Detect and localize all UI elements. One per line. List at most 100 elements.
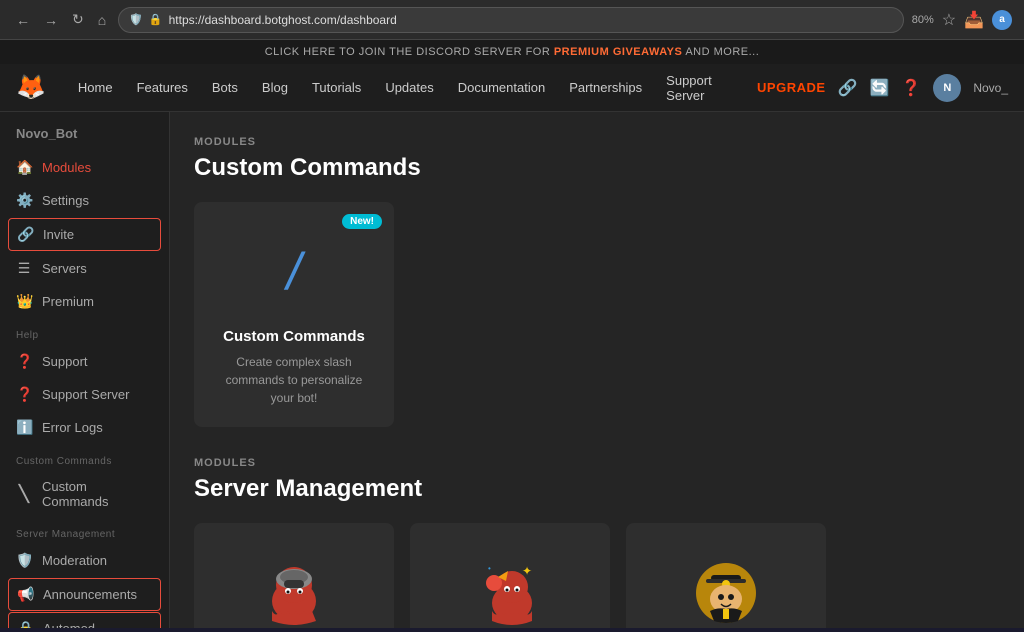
sidebar-item-servers[interactable]: ☰ Servers: [0, 252, 169, 285]
lock-icon: 🛡️: [129, 13, 143, 26]
bookmark-button[interactable]: ☆: [942, 10, 956, 30]
support-label: Support: [42, 354, 88, 369]
modules-section-label: MODULES: [194, 136, 1000, 148]
server-management-section-title: Server Management: [194, 475, 1000, 503]
svg-text:•: •: [488, 564, 491, 573]
nav-user-avatar[interactable]: N: [933, 74, 961, 102]
nav-documentation[interactable]: Documentation: [446, 64, 557, 112]
browser-actions: 80% ☆ 📥 a: [912, 10, 1012, 30]
custom-commands-card-icon: /: [254, 232, 334, 312]
error-logs-icon: ℹ️: [16, 419, 32, 436]
sidebar-item-settings[interactable]: ⚙️ Settings: [0, 184, 169, 217]
server-management-section-label-content: MODULES: [194, 457, 1000, 469]
main-content: MODULES Custom Commands New! / Custom Co…: [170, 112, 1024, 628]
custom-commands-icon: ╲: [16, 484, 32, 504]
nav-home[interactable]: Home: [66, 64, 125, 112]
lock-secure: 🔒: [149, 13, 163, 26]
home-button[interactable]: ⌂: [94, 10, 110, 30]
moderation-icon: 🛡️: [16, 552, 32, 569]
settings-label: Settings: [42, 193, 89, 208]
nav-partnerships[interactable]: Partnerships: [557, 64, 654, 112]
zoom-level: 80%: [912, 14, 934, 26]
automod-svg: [686, 553, 766, 628]
refresh-nav-button[interactable]: 🔄: [869, 78, 889, 98]
support-server-label: Support Server: [42, 387, 129, 402]
announcements-icon: 📢: [17, 586, 33, 603]
sidebar-item-announcements[interactable]: 📢 Announcements: [8, 578, 161, 611]
modules-label: Modules: [42, 160, 91, 175]
support-icon: ❓: [16, 353, 32, 370]
slash-icon: /: [287, 246, 301, 298]
upgrade-button[interactable]: UPGRADE: [757, 80, 826, 95]
moderation-card[interactable]: Moderation Moderate your server with a s…: [194, 523, 394, 628]
nav-features[interactable]: Features: [125, 64, 200, 112]
servers-label: Servers: [42, 261, 87, 276]
moderation-label: Moderation: [42, 553, 107, 568]
url-text: https://dashboard.botghost.com/dashboard: [169, 13, 397, 27]
settings-icon: ⚙️: [16, 192, 32, 209]
nav-links: Home Features Bots Blog Tutorials Update…: [66, 64, 757, 112]
custom-commands-card-title: Custom Commands: [223, 328, 365, 345]
pocket-button[interactable]: 📥: [964, 10, 984, 30]
app-container: Novo_Bot 🏠 Modules ⚙️ Settings 🔗 Invite …: [0, 112, 1024, 628]
announcements-card[interactable]: ✦ • Announcements Create automatic annou…: [410, 523, 610, 628]
modules-cards-row: New! / Custom Commands Create complex sl…: [194, 202, 1000, 427]
nav-tutorials[interactable]: Tutorials: [300, 64, 373, 112]
sidebar-item-custom-commands[interactable]: ╲ Custom Commands: [0, 471, 169, 517]
help-button[interactable]: ❓: [901, 78, 921, 98]
nav-user-name: Novo_: [973, 81, 1008, 95]
server-management-cards-row: Moderation Moderate your server with a s…: [194, 523, 1000, 628]
moderation-card-icon: [254, 553, 334, 628]
nav-blog[interactable]: Blog: [250, 64, 300, 112]
nav-bots[interactable]: Bots: [200, 64, 250, 112]
help-section-label: Help: [0, 318, 169, 345]
refresh-button[interactable]: ↻: [68, 9, 88, 30]
announcement-banner[interactable]: CLICK HERE TO JOIN THE DISCORD SERVER FO…: [0, 40, 1024, 64]
back-button[interactable]: ←: [12, 10, 34, 30]
announcement-text-after: AND MORE...: [685, 46, 759, 58]
custom-commands-card-desc: Create complex slash commands to persona…: [214, 353, 374, 407]
forward-button[interactable]: →: [40, 10, 62, 30]
sidebar: Novo_Bot 🏠 Modules ⚙️ Settings 🔗 Invite …: [0, 112, 170, 628]
sidebar-item-premium[interactable]: 👑 Premium: [0, 285, 169, 318]
automod-icon: 🔒: [17, 620, 33, 628]
announcement-premium-text: PREMIUM GIVEAWAYS: [554, 46, 683, 58]
nav-support-server[interactable]: Support Server: [654, 64, 757, 112]
sidebar-item-invite[interactable]: 🔗 Invite: [8, 218, 161, 251]
announcements-card-icon: ✦ •: [470, 553, 550, 628]
custom-commands-card[interactable]: New! / Custom Commands Create complex sl…: [194, 202, 394, 427]
invite-icon: 🔗: [17, 226, 33, 243]
address-bar[interactable]: 🛡️ 🔒 https://dashboard.botghost.com/dash…: [118, 7, 904, 33]
server-management-section-label: Server Management: [0, 517, 169, 544]
custom-commands-label: Custom Commands: [42, 479, 153, 509]
nav-logo: 🦊: [16, 73, 46, 102]
invite-label: Invite: [43, 227, 74, 242]
main-nav: 🦊 Home Features Bots Blog Tutorials Upda…: [0, 64, 1024, 112]
sidebar-item-error-logs[interactable]: ℹ️ Error Logs: [0, 411, 169, 444]
logo-icon: 🦊: [16, 73, 46, 102]
modules-section-title: Custom Commands: [194, 154, 1000, 182]
custom-commands-section-label: Custom Commands: [0, 444, 169, 471]
sidebar-item-automod[interactable]: 🔒 Automod: [8, 612, 161, 628]
nav-right: UPGRADE 🔗 🔄 ❓ N Novo_: [757, 74, 1008, 102]
announcements-label: Announcements: [43, 587, 137, 602]
bot-name: Novo_Bot: [0, 112, 169, 151]
automod-card-icon: [686, 553, 766, 628]
browser-user-avatar[interactable]: a: [992, 10, 1012, 30]
sidebar-item-moderation[interactable]: 🛡️ Moderation: [0, 544, 169, 577]
modules-icon: 🏠: [16, 159, 32, 176]
premium-label: Premium: [42, 294, 94, 309]
support-server-icon: ❓: [16, 386, 32, 403]
announcement-text-before: CLICK HERE TO JOIN THE DISCORD SERVER FO…: [265, 46, 554, 58]
sidebar-item-support-server[interactable]: ❓ Support Server: [0, 378, 169, 411]
moderation-svg: [254, 553, 334, 628]
sidebar-item-modules[interactable]: 🏠 Modules: [0, 151, 169, 184]
automod-label: Automod: [43, 621, 95, 628]
sidebar-item-support[interactable]: ❓ Support: [0, 345, 169, 378]
error-logs-label: Error Logs: [42, 420, 103, 435]
nav-updates[interactable]: Updates: [373, 64, 445, 112]
new-badge: New!: [342, 214, 382, 229]
link-button[interactable]: 🔗: [838, 78, 858, 98]
automod-card[interactable]: Automod Automatically moderate your serv…: [626, 523, 826, 628]
svg-text:✦: ✦: [522, 564, 532, 578]
